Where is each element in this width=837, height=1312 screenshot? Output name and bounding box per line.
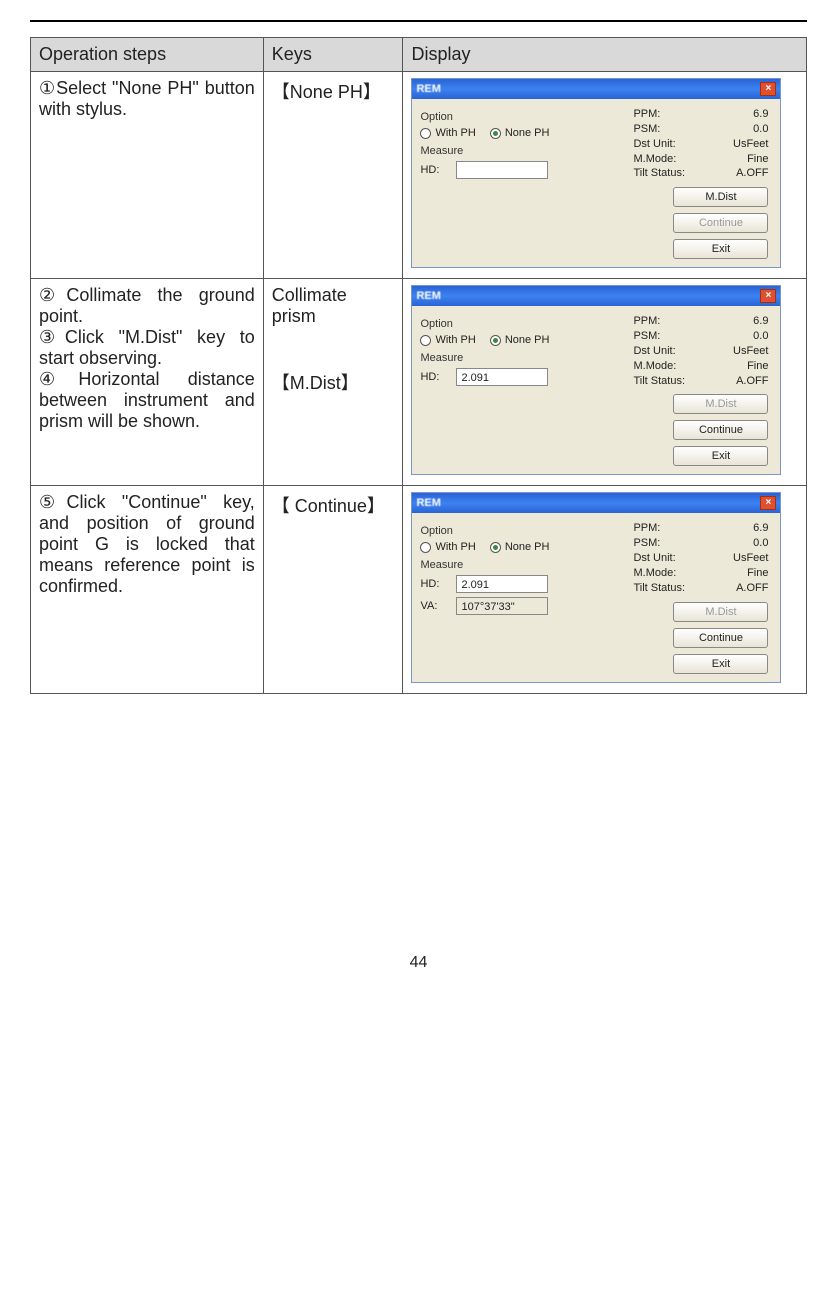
title-bar: REM × (412, 286, 780, 306)
mdist-button: M.Dist (673, 602, 768, 622)
continue-button[interactable]: Continue (673, 420, 768, 440)
display-cell: REM × Option With PH None PH Measure HD:… (403, 279, 807, 486)
window-title: REM (416, 497, 440, 509)
stats-block: PPM:6.9 PSM:0.0 Dst Unit:UsFeet M.Mode:F… (633, 107, 768, 181)
continue-button: Continue (673, 213, 768, 233)
table-row: ②Collimate the ground point.③Click "M.Di… (31, 279, 807, 486)
none-ph-radio[interactable]: None PH (490, 334, 550, 346)
rem-window: REM × Option With PH None PH Measure HD:… (411, 285, 781, 475)
display-cell: REM × Option With PH None PH Measure HD: (403, 72, 807, 279)
exit-button[interactable]: Exit (673, 239, 768, 259)
close-icon[interactable]: × (760, 82, 776, 96)
stats-block: PPM:6.9 PSM:0.0 Dst Unit:UsFeet M.Mode:F… (633, 521, 768, 595)
continue-button[interactable]: Continue (673, 628, 768, 648)
page-number: 44 (30, 954, 807, 972)
step-cell: ②Collimate the ground point.③Click "M.Di… (31, 279, 264, 486)
rem-window: REM × Option With PH None PH Measure HD: (411, 78, 781, 268)
title-bar: REM × (412, 79, 780, 99)
option-label: Option (420, 111, 590, 123)
with-ph-radio[interactable]: With PH (420, 127, 475, 139)
with-ph-radio[interactable]: With PH (420, 334, 475, 346)
with-ph-radio[interactable]: With PH (420, 541, 475, 553)
field-row: VA: 107°37'33" (420, 597, 590, 615)
header-steps: Operation steps (31, 38, 264, 72)
header-keys: Keys (263, 38, 403, 72)
mdist-button[interactable]: M.Dist (673, 187, 768, 207)
table-row: ⑤Click "Continue" key, and position of g… (31, 486, 807, 693)
header-display: Display (403, 38, 807, 72)
mdist-button: M.Dist (673, 394, 768, 414)
instruction-table: Operation steps Keys Display ①Select "No… (30, 37, 807, 694)
exit-button[interactable]: Exit (673, 446, 768, 466)
exit-button[interactable]: Exit (673, 654, 768, 674)
step-cell: ⑤Click "Continue" key, and position of g… (31, 486, 264, 693)
field-row: HD: (420, 161, 590, 179)
rem-window: REM × Option With PH None PH Measure HD:… (411, 492, 781, 682)
option-label: Option (420, 525, 590, 537)
field-label: VA: (420, 600, 448, 612)
field-row: HD: 2.091 (420, 575, 590, 593)
step-cell: ①Select "None PH" button with stylus. (31, 72, 264, 279)
none-ph-radio[interactable]: None PH (490, 127, 550, 139)
field-input[interactable]: 2.091 (456, 575, 548, 593)
keys-cell: Collimate prism【M.Dist】 (263, 279, 403, 486)
measure-label: Measure (420, 352, 590, 364)
field-input[interactable] (456, 161, 548, 179)
measure-label: Measure (420, 145, 590, 157)
field-input[interactable]: 107°37'33" (456, 597, 548, 615)
field-row: HD: 2.091 (420, 368, 590, 386)
measure-label: Measure (420, 559, 590, 571)
window-title: REM (416, 83, 440, 95)
keys-cell: 【 Continue】 (263, 486, 403, 693)
option-label: Option (420, 318, 590, 330)
keys-cell: 【None PH】 (263, 72, 403, 279)
field-label: HD: (420, 578, 448, 590)
table-row: ①Select "None PH" button with stylus.【No… (31, 72, 807, 279)
none-ph-radio[interactable]: None PH (490, 541, 550, 553)
field-input[interactable]: 2.091 (456, 368, 548, 386)
title-bar: REM × (412, 493, 780, 513)
window-title: REM (416, 290, 440, 302)
stats-block: PPM:6.9 PSM:0.0 Dst Unit:UsFeet M.Mode:F… (633, 314, 768, 388)
close-icon[interactable]: × (760, 289, 776, 303)
close-icon[interactable]: × (760, 496, 776, 510)
display-cell: REM × Option With PH None PH Measure HD:… (403, 486, 807, 693)
field-label: HD: (420, 371, 448, 383)
field-label: HD: (420, 164, 448, 176)
